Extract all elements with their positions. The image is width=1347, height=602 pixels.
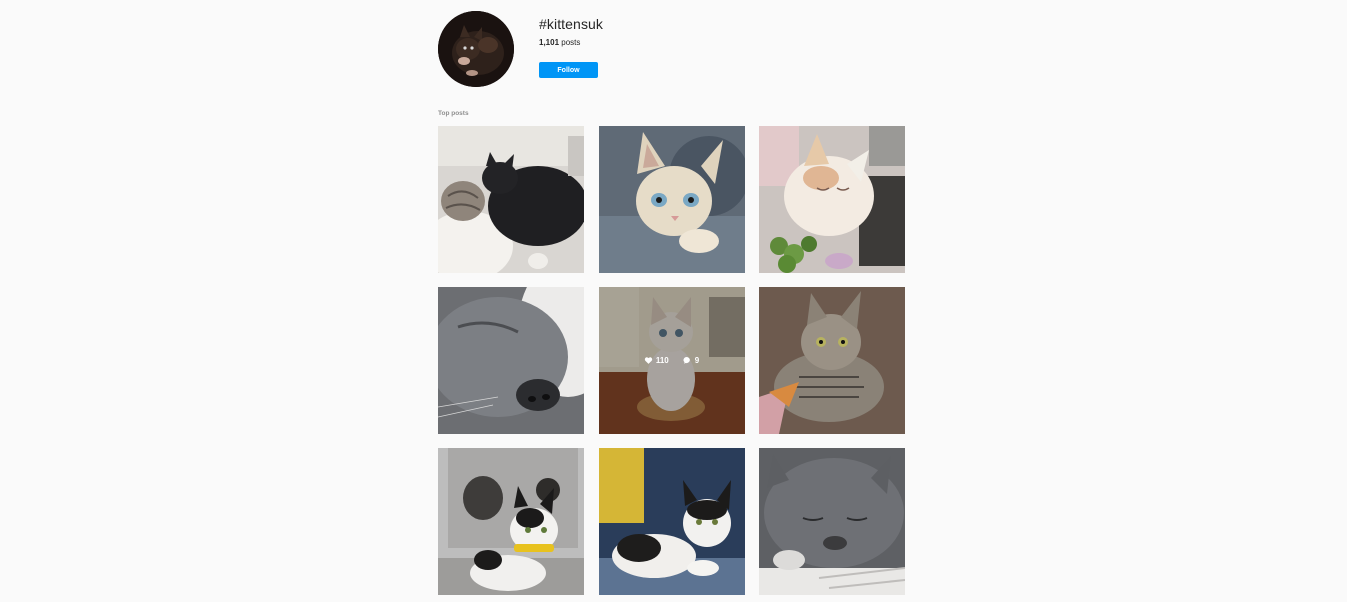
hashtag-avatar — [438, 11, 514, 87]
heart-icon — [644, 357, 652, 364]
comment-icon — [683, 357, 690, 364]
likes-stat: 110 — [644, 356, 669, 365]
hashtag-title: #kittensuk — [539, 16, 604, 32]
likes-count: 110 — [655, 356, 669, 365]
post-image — [438, 448, 584, 595]
post-count: 1,101 posts — [539, 38, 580, 47]
post-tile-9[interactable] — [759, 448, 905, 595]
post-tile-8[interactable] — [598, 448, 745, 595]
post-image — [759, 448, 905, 595]
comments-stat: 9 — [683, 356, 699, 365]
post-tile-6[interactable] — [759, 287, 905, 434]
post-tile-7[interactable] — [438, 448, 584, 595]
post-image — [438, 287, 584, 434]
post-count-suffix: posts — [559, 38, 581, 47]
post-tile-4[interactable] — [438, 287, 584, 434]
post-image — [438, 126, 584, 273]
post-image — [759, 287, 905, 434]
post-image — [598, 448, 745, 595]
post-tile-3[interactable] — [759, 126, 905, 273]
post-hover-overlay: 110 9 — [598, 287, 745, 434]
post-tile-5[interactable]: 110 9 — [598, 287, 745, 434]
post-tile-2[interactable] — [598, 126, 745, 273]
post-image — [598, 126, 745, 273]
post-image — [759, 126, 905, 273]
post-count-value: 1,101 — [539, 38, 560, 47]
hashtag-page: #kittensuk 1,101 posts Follow Top posts — [0, 0, 1347, 602]
top-posts-grid: 110 9 — [438, 126, 905, 595]
top-posts-label: Top posts — [438, 110, 469, 117]
comments-count: 9 — [694, 356, 700, 365]
follow-button[interactable]: Follow — [539, 62, 598, 78]
post-tile-1[interactable] — [438, 126, 584, 273]
cat-avatar-image — [438, 11, 514, 87]
